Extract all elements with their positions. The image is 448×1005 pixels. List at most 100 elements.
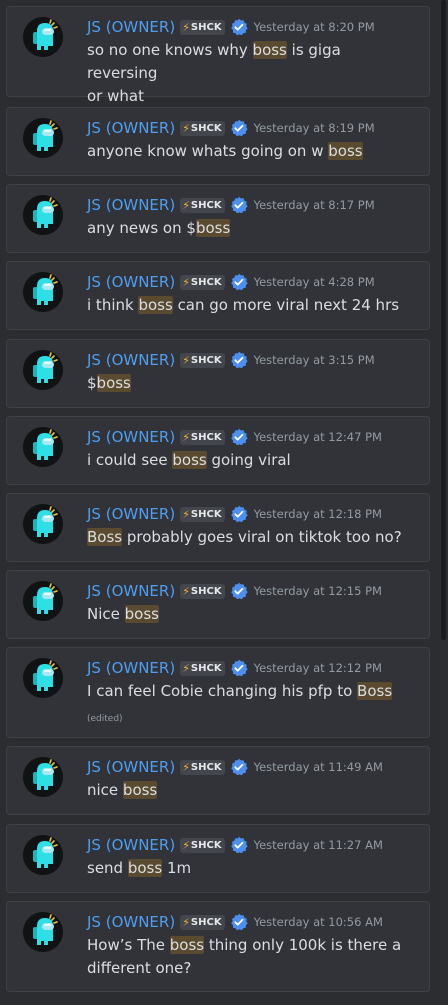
message-timestamp[interactable]: Yesterday at 11:27 AM <box>254 838 383 852</box>
search-result-message[interactable]: JS (OWNER) ⚡ SHCK Yesterday at 12:47 PM i c… <box>6 416 430 485</box>
author-name[interactable]: JS (OWNER) <box>87 18 175 36</box>
server-tag-badge[interactable]: ⚡ SHCK <box>180 274 225 290</box>
server-tag-label: SHCK <box>190 916 222 928</box>
server-tag-badge[interactable]: ⚡ SHCK <box>180 506 225 522</box>
message-text: Nice <box>87 605 125 623</box>
verified-check-icon <box>225 428 248 446</box>
verified-check-icon <box>225 659 248 677</box>
bolt-icon: ⚡ <box>182 760 190 774</box>
message-text: I can feel Cobie changing his pfp to <box>87 682 358 700</box>
message-timestamp[interactable]: Yesterday at 8:19 PM <box>254 121 375 135</box>
server-tag-badge[interactable]: ⚡ SHCK <box>180 120 225 136</box>
message-timestamp[interactable]: Yesterday at 11:49 AM <box>254 760 383 774</box>
search-highlight: Boss <box>87 528 123 546</box>
message-timestamp[interactable]: Yesterday at 8:17 PM <box>254 198 375 212</box>
avatar[interactable] <box>23 17 63 57</box>
search-result-message[interactable]: JS (OWNER) ⚡ SHCK Yesterday at 11:49 AM nic… <box>6 746 430 815</box>
author-name[interactable]: JS (OWNER) <box>87 505 175 523</box>
message-timestamp[interactable]: Yesterday at 12:15 PM <box>254 584 382 598</box>
message-timestamp[interactable]: Yesterday at 12:12 PM <box>254 661 382 675</box>
avatar[interactable] <box>23 835 63 875</box>
server-tag-badge[interactable]: ⚡ SHCK <box>180 583 225 599</box>
server-tag-label: SHCK <box>190 662 222 674</box>
server-tag-badge[interactable]: ⚡ SHCK <box>180 197 225 213</box>
message-timestamp[interactable]: Yesterday at 12:47 PM <box>254 430 382 444</box>
message-timestamp[interactable]: Yesterday at 10:56 AM <box>254 915 383 929</box>
search-highlight: boss <box>195 219 231 237</box>
search-highlight: Boss <box>357 682 393 700</box>
author-name[interactable]: JS (OWNER) <box>87 836 175 854</box>
message-header: JS (OWNER) ⚡ SHCK Yesterday at 11:49 AM <box>87 756 383 778</box>
avatar[interactable] <box>23 581 63 621</box>
message-line: i could see boss going viral <box>87 449 407 472</box>
server-tag-badge[interactable]: ⚡ SHCK <box>180 352 225 368</box>
message-header: JS (OWNER) ⚡ SHCK Yesterday at 12:15 PM <box>87 580 382 602</box>
verified-check-icon <box>225 119 248 137</box>
search-highlight: boss <box>127 859 163 877</box>
message-header: JS (OWNER) ⚡ SHCK Yesterday at 12:47 PM <box>87 426 382 448</box>
author-name[interactable]: JS (OWNER) <box>87 913 175 931</box>
search-result-message[interactable]: JS (OWNER) ⚡ SHCK Yesterday at 12:18 PM Bos… <box>6 493 430 562</box>
search-result-message[interactable]: JS (OWNER) ⚡ SHCK Yesterday at 10:56 AM How… <box>6 901 430 992</box>
message-timestamp[interactable]: Yesterday at 3:15 PM <box>254 353 375 367</box>
avatar[interactable] <box>23 912 63 952</box>
bolt-icon: ⚡ <box>182 121 190 135</box>
message-text: i think <box>87 296 139 314</box>
search-highlight: boss <box>172 451 207 469</box>
avatar[interactable] <box>23 350 63 390</box>
search-result-message[interactable]: JS (OWNER) ⚡ SHCK Yesterday at 8:19 PM anyo… <box>6 107 430 176</box>
author-name[interactable]: JS (OWNER) <box>87 758 175 776</box>
verified-check-icon <box>225 273 248 291</box>
message-header: JS (OWNER) ⚡ SHCK Yesterday at 4:28 PM <box>87 271 375 293</box>
search-result-message[interactable]: JS (OWNER) ⚡ SHCK Yesterday at 4:28 PM i th… <box>6 261 430 330</box>
message-timestamp[interactable]: Yesterday at 12:18 PM <box>254 507 382 521</box>
message-timestamp[interactable]: Yesterday at 4:28 PM <box>254 275 375 289</box>
author-name[interactable]: JS (OWNER) <box>87 273 175 291</box>
bolt-icon: ⚡ <box>182 353 190 367</box>
message-content: so no one knows why boss is giga reversi… <box>87 39 407 108</box>
author-name[interactable]: JS (OWNER) <box>87 428 175 446</box>
avatar[interactable] <box>23 272 63 312</box>
search-result-message[interactable]: JS (OWNER) ⚡ SHCK Yesterday at 3:15 PM $bos… <box>6 339 430 408</box>
message-line: or what <box>87 85 407 108</box>
avatar[interactable] <box>23 427 63 467</box>
avatar[interactable] <box>23 757 63 797</box>
search-highlight: boss <box>138 296 173 314</box>
server-tag-label: SHCK <box>190 276 222 288</box>
server-tag-badge[interactable]: ⚡ SHCK <box>180 660 225 676</box>
author-name[interactable]: JS (OWNER) <box>87 659 175 677</box>
author-name[interactable]: JS (OWNER) <box>87 351 175 369</box>
server-tag-badge[interactable]: ⚡ SHCK <box>180 429 225 445</box>
message-line: different one? <box>87 957 407 980</box>
search-result-message[interactable]: JS (OWNER) ⚡ SHCK Yesterday at 8:20 PM so n… <box>6 6 430 105</box>
author-name[interactable]: JS (OWNER) <box>87 196 175 214</box>
server-tag-badge[interactable]: ⚡ SHCK <box>180 914 225 930</box>
author-name[interactable]: JS (OWNER) <box>87 582 175 600</box>
server-tag-label: SHCK <box>190 354 222 366</box>
search-result-message[interactable]: JS (OWNER) ⚡ SHCK Yesterday at 12:15 PM Nic… <box>6 570 430 639</box>
search-result-message[interactable]: JS (OWNER) ⚡ SHCK Yesterday at 12:12 PM I c… <box>6 647 430 738</box>
message-header: JS (OWNER) ⚡ SHCK Yesterday at 3:15 PM <box>87 349 375 371</box>
message-line: I can feel Cobie changing his pfp to Bos… <box>87 680 407 703</box>
search-result-message[interactable]: JS (OWNER) ⚡ SHCK Yesterday at 8:17 PM any … <box>6 184 430 253</box>
message-line: $boss <box>87 372 407 395</box>
avatar[interactable] <box>23 504 63 544</box>
message-line: so no one knows why boss is giga reversi… <box>87 39 407 85</box>
avatar[interactable] <box>23 658 63 698</box>
search-highlight: boss <box>169 936 205 954</box>
search-highlight: boss <box>96 374 131 392</box>
server-tag-badge[interactable]: ⚡ SHCK <box>180 19 225 35</box>
author-name[interactable]: JS (OWNER) <box>87 119 175 137</box>
message-header: JS (OWNER) ⚡ SHCK Yesterday at 8:19 PM <box>87 117 375 139</box>
server-tag-badge[interactable]: ⚡ SHCK <box>180 759 225 775</box>
avatar[interactable] <box>23 118 63 158</box>
search-highlight: boss <box>124 605 159 623</box>
message-text: $ <box>87 374 97 392</box>
message-header: JS (OWNER) ⚡ SHCK Yesterday at 12:18 PM <box>87 503 382 525</box>
server-tag-badge[interactable]: ⚡ SHCK <box>180 837 225 853</box>
scrollbar-thumb[interactable] <box>441 0 446 640</box>
search-result-message[interactable]: JS (OWNER) ⚡ SHCK Yesterday at 11:27 AM sen… <box>6 824 430 893</box>
verified-check-icon <box>225 505 248 523</box>
message-timestamp[interactable]: Yesterday at 8:20 PM <box>254 20 375 34</box>
avatar[interactable] <box>23 195 63 235</box>
